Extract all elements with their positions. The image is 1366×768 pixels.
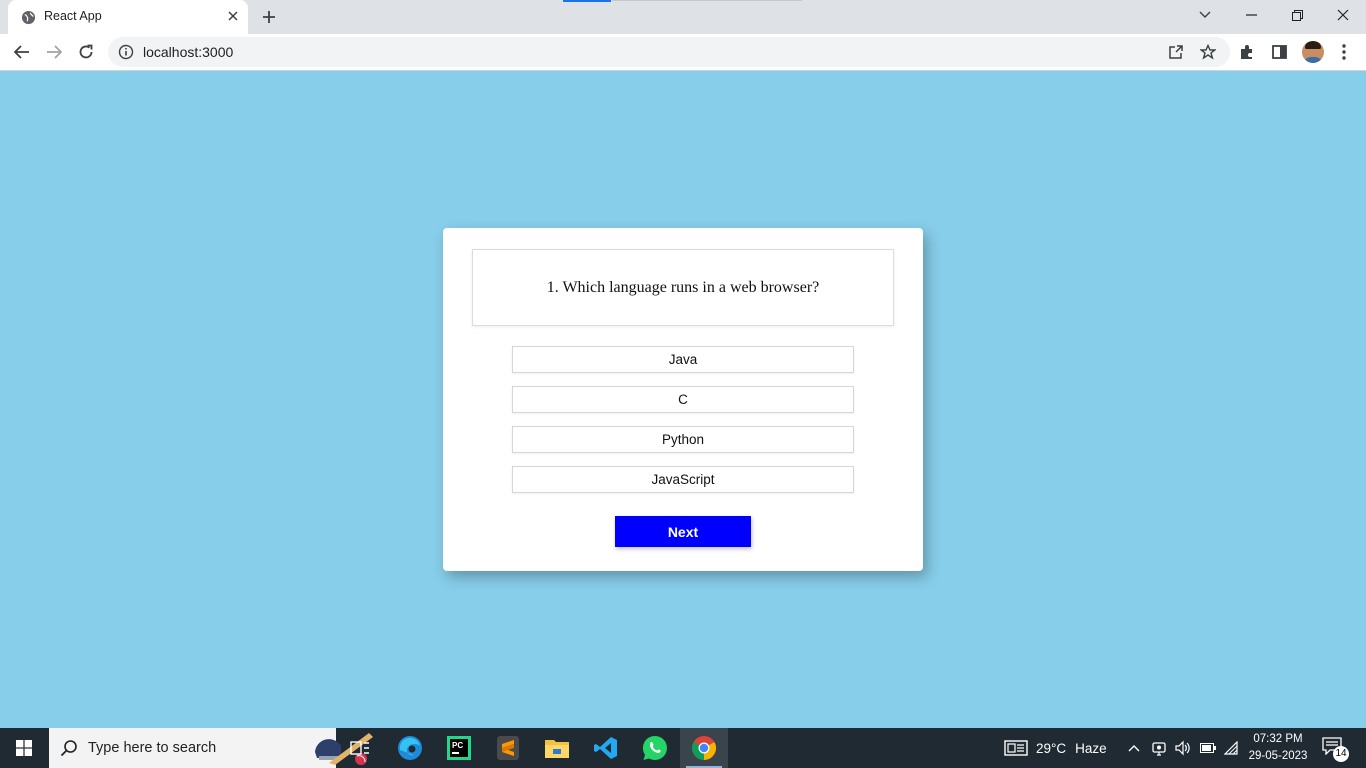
tab-title: React App: [44, 9, 102, 23]
bookmark-star-icon[interactable]: [1199, 43, 1217, 61]
next-button[interactable]: Next: [615, 516, 751, 547]
tab-strip-divider: [612, 0, 802, 1]
tab-close-icon[interactable]: [224, 7, 242, 25]
battery-icon[interactable]: [1200, 728, 1216, 768]
browser-menu-icon[interactable]: [1334, 42, 1354, 62]
new-tab-icon[interactable]: [259, 7, 279, 27]
globe-icon: [21, 10, 36, 25]
clock-time: 07:32 PM: [1253, 733, 1303, 745]
browser-toolbar: localhost:3000: [0, 34, 1366, 71]
meet-camera-icon[interactable]: [1152, 728, 1166, 768]
answer-option-javascript[interactable]: JavaScript: [512, 466, 854, 493]
windows-taskbar: Type here to search PC 29°C Haze 07:32 P…: [0, 728, 1366, 768]
wifi-icon[interactable]: [1224, 728, 1238, 768]
question-text: 1. Which language runs in a web browser?: [546, 278, 820, 296]
sublime-text-icon[interactable]: [484, 728, 532, 768]
svg-text:PC: PC: [452, 741, 463, 750]
forward-arrow-icon[interactable]: [41, 39, 67, 65]
show-hidden-icons-chevron-icon[interactable]: [1128, 728, 1140, 768]
share-icon[interactable]: [1167, 43, 1185, 61]
question-box: 1. Which language runs in a web browser?: [472, 249, 894, 326]
window-close-icon[interactable]: [1320, 0, 1366, 30]
quiz-card: 1. Which language runs in a web browser?…: [443, 228, 923, 571]
whatsapp-icon[interactable]: [631, 728, 679, 768]
news-weather-icon: [1004, 740, 1028, 756]
tab-search-accent: [563, 0, 611, 2]
back-arrow-icon[interactable]: [9, 39, 35, 65]
search-placeholder: Type here to search: [88, 740, 217, 756]
answer-option-java[interactable]: Java: [512, 346, 854, 373]
url-text: localhost:3000: [143, 44, 234, 60]
browser-tab-strip: React App: [0, 0, 1366, 34]
edge-browser-icon[interactable]: [386, 728, 434, 768]
taskbar-search-box[interactable]: Type here to search: [49, 728, 373, 768]
task-view-icon[interactable]: [336, 728, 384, 768]
volume-icon[interactable]: [1174, 728, 1192, 768]
file-explorer-icon[interactable]: [533, 728, 581, 768]
side-panel-icon[interactable]: [1269, 42, 1289, 62]
windows-start-icon[interactable]: [0, 728, 48, 768]
chrome-browser-icon[interactable]: [680, 728, 728, 768]
notification-count-badge: 14: [1333, 746, 1349, 762]
answer-option-python[interactable]: Python: [512, 426, 854, 453]
browser-tab[interactable]: React App: [8, 0, 248, 34]
search-icon: [60, 740, 77, 757]
reload-icon[interactable]: [73, 39, 99, 65]
notification-center-icon[interactable]: 14: [1322, 737, 1349, 762]
weather-temperature: 29°C: [1036, 740, 1067, 756]
profile-avatar[interactable]: [1302, 41, 1324, 63]
address-bar[interactable]: localhost:3000: [108, 37, 1230, 67]
minimize-icon[interactable]: [1228, 0, 1274, 30]
weather-widget[interactable]: 29°C Haze: [1004, 728, 1107, 768]
clock-date: 29-05-2023: [1248, 750, 1308, 762]
tab-search-chevron-icon[interactable]: [1182, 0, 1228, 30]
answer-option-c[interactable]: C: [512, 386, 854, 413]
extensions-puzzle-icon[interactable]: [1237, 42, 1257, 62]
vscode-icon[interactable]: [582, 728, 630, 768]
pycharm-icon[interactable]: PC: [435, 728, 483, 768]
site-info-icon[interactable]: [118, 44, 134, 60]
taskbar-clock[interactable]: 07:32 PM 29-05-2023: [1240, 731, 1316, 765]
restore-icon[interactable]: [1274, 0, 1320, 30]
weather-description: Haze: [1075, 740, 1107, 756]
